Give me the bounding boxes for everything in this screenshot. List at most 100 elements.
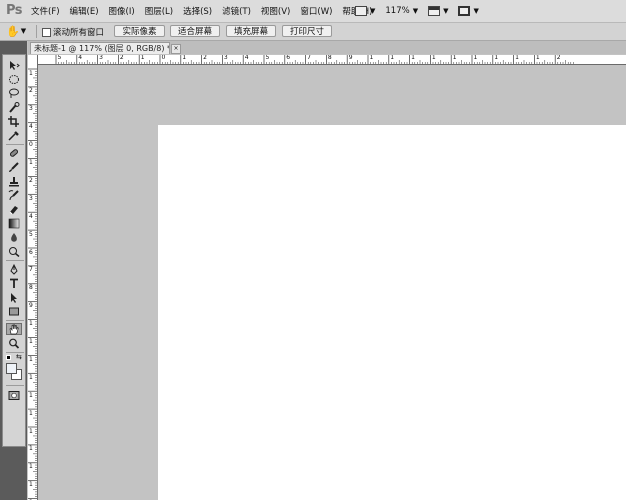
divider — [6, 260, 24, 261]
ruler-label: 4 — [29, 123, 33, 131]
default-colors-icon[interactable] — [6, 355, 11, 360]
zoom-level-dropdown[interactable]: 117% ▼ — [385, 6, 418, 16]
marquee-tool-icon[interactable] — [6, 73, 22, 85]
close-icon[interactable]: × — [171, 44, 181, 54]
menu-image[interactable]: 图像(I) — [109, 5, 135, 17]
ruler-label: 6 — [286, 55, 291, 61]
divider — [36, 25, 37, 38]
document-canvas[interactable] — [158, 125, 626, 500]
chevron-down-icon: ▼ — [412, 7, 419, 15]
swap-colors-icon[interactable]: ⇆ — [16, 354, 24, 361]
path-select-tool-icon[interactable] — [6, 291, 22, 303]
history-brush-tool-icon[interactable] — [6, 189, 22, 201]
dodge-tool-icon[interactable] — [6, 245, 22, 257]
screen-mode-icon — [458, 6, 471, 16]
app-logo: Ps — [6, 3, 23, 18]
ruler-label: 6 — [29, 248, 33, 256]
menu-filter[interactable]: 滤镜(T) — [222, 5, 251, 17]
ruler-label: 1 — [182, 55, 187, 61]
ruler-label: 1 — [431, 55, 436, 61]
ruler-label: 3 — [29, 105, 33, 113]
scroll-all-windows-label: 滚动所有窗口 — [53, 28, 105, 38]
ruler-label: 1 — [494, 55, 499, 61]
crop-tool-icon[interactable] — [6, 115, 22, 127]
horizontal-ruler[interactable]: 5 4 3 2 1 0 1 2 3 4 5 6 7 8 9 1 1 1 1 1 1 1 1 1 2 — [37, 55, 626, 65]
main-menu: 文件(F) 编辑(E) 图像(I) 图层(L) 选择(S) 滤镜(T) 视图(V… — [31, 0, 382, 22]
vertical-ruler[interactable]: 1234012345678911111111112 — [28, 55, 38, 500]
ruler-label: 1 — [29, 445, 33, 453]
ruler-label: 3 — [29, 194, 33, 202]
ruler-label: 1 — [515, 55, 519, 61]
divider — [6, 320, 24, 321]
actual-pixels-button[interactable]: 实际像素 — [114, 25, 165, 37]
ruler-label: 1 — [473, 55, 478, 61]
ruler-label: 1 — [29, 373, 33, 381]
ruler-label: 9 — [348, 55, 353, 61]
pen-tool-icon[interactable] — [6, 263, 22, 275]
ruler-label: 1 — [29, 409, 33, 417]
ruler-label: 1 — [390, 55, 395, 61]
zoom-level-value: 117% — [385, 6, 410, 16]
scroll-all-windows-checkbox[interactable]: 滚动所有窗口 — [42, 26, 104, 38]
menu-file[interactable]: 文件(F) — [31, 5, 60, 17]
tools-panel-body: ⇆ — [2, 54, 26, 447]
ruler-label: 3 — [223, 55, 228, 61]
arrange-documents-button[interactable]: ▼ — [428, 6, 448, 16]
brush-tool-icon[interactable] — [6, 161, 22, 173]
document-tab[interactable]: 未标题-1 @ 117% (图层 0, RGB/8) * — [30, 42, 170, 54]
zoom-tool-icon[interactable] — [6, 337, 22, 349]
menu-edit[interactable]: 编辑(E) — [70, 5, 99, 17]
ruler-label: 7 — [29, 266, 33, 274]
clone-stamp-tool-icon[interactable] — [6, 175, 22, 187]
chevron-down-icon: ▼ — [370, 7, 376, 15]
ruler-label: 4 — [29, 212, 33, 220]
ruler-label: 2 — [29, 176, 33, 184]
foreground-color-swatch[interactable] — [6, 363, 17, 374]
print-size-button[interactable]: 打印尺寸 — [282, 25, 332, 37]
eraser-tool-icon[interactable] — [6, 203, 22, 215]
document-tab-title: 未标题-1 @ 117% (图层 0, RGB/8) * — [34, 44, 170, 53]
spot-healing-tool-icon[interactable] — [6, 147, 22, 159]
fit-screen-button[interactable]: 适合屏幕 — [170, 25, 220, 37]
blur-tool-icon[interactable] — [6, 231, 22, 243]
move-tool-icon[interactable] — [6, 59, 22, 71]
ruler-label: 1 — [140, 55, 145, 61]
menu-layer[interactable]: 图层(L) — [145, 5, 173, 17]
hand-tool-icon[interactable] — [6, 323, 22, 335]
options-bar: ✋ ▼ 滚动所有窗口 实际像素 适合屏幕 填充屏幕 打印尺寸 — [0, 23, 626, 41]
menu-view[interactable]: 视图(V) — [261, 5, 290, 17]
fill-screen-button[interactable]: 填充屏幕 — [226, 25, 276, 37]
type-tool-icon[interactable] — [6, 277, 22, 289]
menu-window[interactable]: 窗口(W) — [300, 5, 332, 17]
screen-mode-button[interactable]: ▼ — [458, 6, 479, 16]
ruler-label: 4 — [244, 55, 249, 61]
ruler-label: 1 — [452, 55, 457, 61]
menu-select[interactable]: 选择(S) — [183, 5, 212, 17]
ruler-label: 5 — [57, 55, 62, 61]
lasso-tool-icon[interactable] — [6, 87, 22, 99]
ruler-label: 0 — [161, 55, 166, 61]
ruler-label: 1 — [29, 427, 33, 435]
rectangle-tool-icon[interactable] — [6, 305, 22, 317]
quick-mask-icon[interactable] — [6, 389, 22, 401]
ruler-label: 1 — [29, 481, 33, 489]
tools-panel: ⇆ — [0, 41, 27, 500]
quick-select-tool-icon[interactable] — [6, 101, 22, 113]
ruler-label: 1 — [29, 391, 33, 399]
ruler-label: 1 — [29, 69, 33, 77]
tool-preset-picker[interactable]: ✋ ▼ — [6, 24, 28, 38]
application-bar-controls: ▼ 117% ▼ ▼ ▼ — [355, 3, 489, 19]
ruler-label: 1 — [29, 320, 33, 328]
launch-bridge-button[interactable]: ▼ — [355, 6, 375, 16]
eyedropper-tool-icon[interactable] — [6, 129, 22, 141]
gradient-tool-icon[interactable] — [6, 217, 22, 229]
ruler-label: 1 — [29, 463, 33, 471]
ruler-label: 7 — [307, 55, 311, 61]
ruler-label: 1 — [411, 55, 415, 61]
ruler-label: 3 — [99, 55, 103, 61]
chevron-down-icon: ▼ — [20, 27, 27, 35]
hand-icon: ✋ — [6, 24, 20, 38]
checkbox-box[interactable] — [42, 27, 51, 37]
ruler-label: 4 — [78, 55, 83, 61]
divider — [6, 385, 24, 386]
